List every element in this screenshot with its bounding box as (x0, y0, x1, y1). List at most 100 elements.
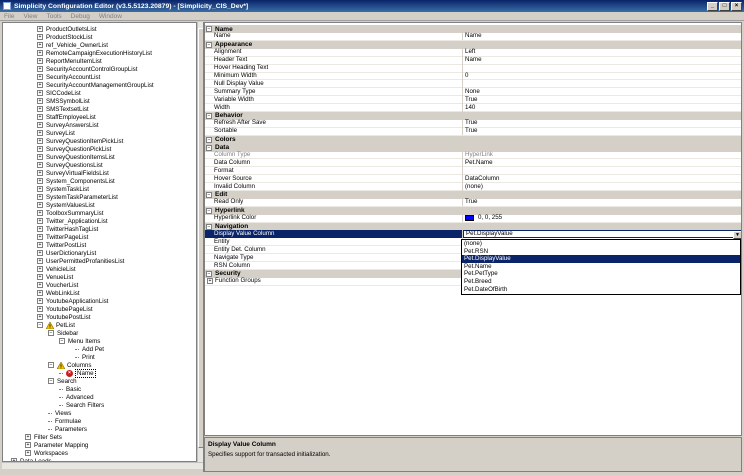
property-value[interactable]: DataColumn (463, 175, 741, 183)
property-value[interactable]: 0 (463, 72, 741, 80)
collapse-icon[interactable]: − (206, 136, 212, 143)
collapse-icon[interactable]: − (206, 191, 212, 198)
expand-icon[interactable]: + (37, 242, 43, 248)
tree-node[interactable]: + ToolboxSummaryList (37, 209, 103, 217)
tree-node[interactable]: + Filter Sets (25, 433, 62, 441)
collapse-icon[interactable]: − (37, 322, 43, 328)
expand-icon[interactable]: + (37, 218, 43, 224)
minimize-button[interactable]: _ (707, 1, 718, 11)
expand-icon[interactable]: + (37, 266, 43, 272)
tree-node[interactable]: + SurveyQuestionItemPickList (37, 137, 123, 145)
tree-node[interactable]: + SystemTaskList (37, 185, 89, 193)
dropdown-option[interactable]: (none) (462, 240, 740, 248)
tree-node[interactable]: + VoucherList (37, 281, 78, 289)
expand-icon[interactable]: + (37, 50, 43, 56)
property-value[interactable]: Name (463, 56, 741, 64)
tree-node[interactable]: + SystemValuesList (37, 201, 95, 209)
expand-icon[interactable]: + (37, 226, 43, 232)
expand-icon[interactable]: + (37, 314, 43, 320)
property-value[interactable]: Left (463, 48, 741, 56)
dropdown-option[interactable]: Pet.DateOfBirth (462, 286, 740, 294)
property-value[interactable]: Pet.DisplayValue ▼ (463, 229, 741, 239)
tree-node[interactable]: + SurveyAnswersList (37, 121, 99, 129)
menu-file[interactable]: File (4, 13, 14, 20)
property-value[interactable] (463, 167, 741, 175)
expand-icon[interactable]: + (37, 234, 43, 240)
tree-node[interactable]: + SMSTextsetList (37, 105, 89, 113)
tree-node[interactable]: + TwitterPageList (37, 233, 88, 241)
collapse-icon[interactable]: − (206, 207, 212, 214)
tree-node[interactable]: + System_ComponentsList (37, 177, 115, 185)
dropdown-option[interactable]: Pet.PetType (462, 270, 740, 278)
property-value[interactable]: HyperLink (463, 151, 741, 159)
property-value[interactable] (463, 64, 741, 72)
expand-icon[interactable]: + (37, 90, 43, 96)
tree-node[interactable]: + WebLinkList (37, 289, 80, 297)
expand-icon[interactable]: + (37, 178, 43, 184)
expand-icon[interactable]: + (37, 146, 43, 152)
menu-view[interactable]: View (23, 13, 37, 20)
tree-node[interactable]: + YoutubePostList (37, 313, 91, 321)
expand-icon[interactable]: + (37, 298, 43, 304)
collapse-icon[interactable]: − (48, 378, 54, 384)
tree-node[interactable]: + YoutubePageList (37, 305, 93, 313)
tree-node[interactable]: + Twitter_ApplicationList (37, 217, 108, 225)
tree-node[interactable]: + SurveyVirtualFieldsList (37, 169, 109, 177)
property-category[interactable]: − Colors (205, 135, 741, 144)
dropdown-option[interactable]: Pet.DisplayValue (462, 255, 740, 263)
tree-node[interactable]: × Name (59, 368, 96, 378)
property-value[interactable]: True (463, 96, 741, 104)
tree-node[interactable]: + StaffEmployeeList (37, 113, 96, 121)
expand-icon[interactable]: + (25, 450, 31, 456)
tree-node[interactable]: + SurveyQuestionPickList (37, 145, 111, 153)
expand-icon[interactable]: + (25, 442, 31, 448)
property-row[interactable]: Read Only True (205, 198, 741, 207)
collapse-icon[interactable]: − (48, 330, 54, 336)
dropdown-option[interactable]: Pet.Name (462, 263, 740, 271)
close-button[interactable]: × (731, 1, 742, 11)
expand-icon[interactable]: + (207, 278, 213, 285)
expand-icon[interactable]: + (37, 114, 43, 120)
tree-node[interactable]: − Search (48, 377, 77, 385)
property-value[interactable]: Name (463, 32, 741, 40)
collapse-icon[interactable]: − (206, 41, 212, 48)
configuration-tree[interactable]: + ProductOutletsList + ProductStockList + ref… (2, 22, 197, 462)
property-value[interactable]: 0, 0, 255 (463, 214, 741, 222)
tree-node[interactable]: + ref_Vehicle_OwnerList (37, 41, 108, 49)
tree-node[interactable]: − Sidebar (48, 329, 78, 337)
property-value[interactable]: True (463, 198, 741, 206)
menu-tools[interactable]: Tools (46, 13, 61, 20)
expand-icon[interactable]: + (37, 74, 43, 80)
tree-node[interactable]: + SecurityAccountManagementGroupList (37, 81, 154, 89)
tree-node[interactable]: + ProductOutletsList (37, 25, 97, 33)
property-row[interactable]: Hyperlink Color 0, 0, 255 (205, 214, 741, 223)
expand-icon[interactable]: + (37, 66, 43, 72)
expand-icon[interactable]: + (37, 202, 43, 208)
property-value[interactable]: True (463, 119, 741, 127)
expand-icon[interactable]: + (37, 274, 43, 280)
expand-icon[interactable]: + (37, 138, 43, 144)
expand-icon[interactable]: + (37, 250, 43, 256)
dropdown-option[interactable]: Pet.RSN (462, 248, 740, 256)
property-row[interactable]: Sortable True (205, 127, 741, 136)
expand-icon[interactable]: + (37, 290, 43, 296)
expand-icon[interactable]: + (37, 58, 43, 64)
tree-node[interactable]: + Workspaces (25, 449, 68, 457)
tree-node[interactable]: + RemoteCampaignExecutionHistoryList (37, 49, 152, 57)
expand-icon[interactable]: + (37, 162, 43, 168)
expand-icon[interactable]: + (37, 258, 43, 264)
tree-node[interactable]: + SystemTaskParameterList (37, 193, 118, 201)
tree-node[interactable]: Formulae (48, 417, 81, 425)
tree-node[interactable]: Views (48, 409, 71, 417)
tree-node[interactable]: + Parameter Mapping (25, 441, 88, 449)
collapse-icon[interactable]: − (206, 26, 212, 32)
maximize-button[interactable]: □ (719, 1, 730, 11)
property-value[interactable]: 140 (463, 104, 741, 112)
display-value-column-dropdown[interactable]: (none) Pet.RSN Pet.DisplayValue Pet.Name Pet… (461, 239, 741, 295)
collapse-icon[interactable]: − (48, 362, 54, 368)
tree-node[interactable]: + SICCodeList (37, 89, 81, 97)
tree-node[interactable]: + YoutubeApplicationList (37, 297, 108, 305)
expand-icon[interactable]: + (37, 170, 43, 176)
tree-node[interactable]: + TwitterPostList (37, 241, 86, 249)
tree-node[interactable]: Search Filters (59, 401, 104, 409)
